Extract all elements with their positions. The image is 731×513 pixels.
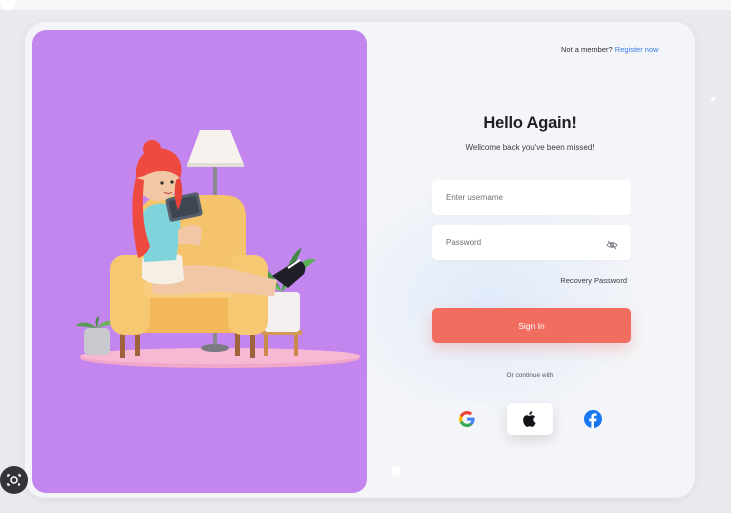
- page-title: Hello Again!: [483, 114, 577, 132]
- register-prompt: Not a member? Register now: [561, 45, 659, 54]
- password-field-container: [432, 225, 631, 260]
- username-input[interactable]: [446, 180, 606, 215]
- username-field-container: [432, 180, 631, 215]
- page-subtitle: Wellcome back you've been missed!: [465, 143, 595, 152]
- login-card: Not a member? Register now Hello Again! …: [25, 22, 695, 498]
- eye-off-icon[interactable]: [606, 237, 618, 250]
- woman-on-armchair-illustration: [76, 130, 360, 368]
- top-strip: [0, 0, 731, 10]
- recovery-password-link[interactable]: Recovery Password: [525, 276, 627, 285]
- decor-dot: [711, 97, 715, 101]
- decor-dot: [391, 466, 401, 476]
- facebook-login-button[interactable]: [570, 403, 616, 435]
- camera-lens-icon: [7, 474, 21, 486]
- illustration-panel: [32, 30, 367, 493]
- register-link[interactable]: Register now: [615, 45, 659, 54]
- lens-search-button[interactable]: [0, 466, 28, 494]
- google-login-button[interactable]: [444, 403, 490, 435]
- continue-with-label: Or continue with: [506, 372, 554, 379]
- google-icon: [459, 411, 475, 427]
- apple-icon: [523, 411, 536, 427]
- sign-in-button[interactable]: Sign In: [432, 308, 631, 343]
- password-input[interactable]: [446, 225, 606, 260]
- not-member-text: Not a member?: [561, 45, 613, 54]
- apple-login-button[interactable]: [507, 403, 553, 435]
- facebook-icon: [584, 410, 602, 428]
